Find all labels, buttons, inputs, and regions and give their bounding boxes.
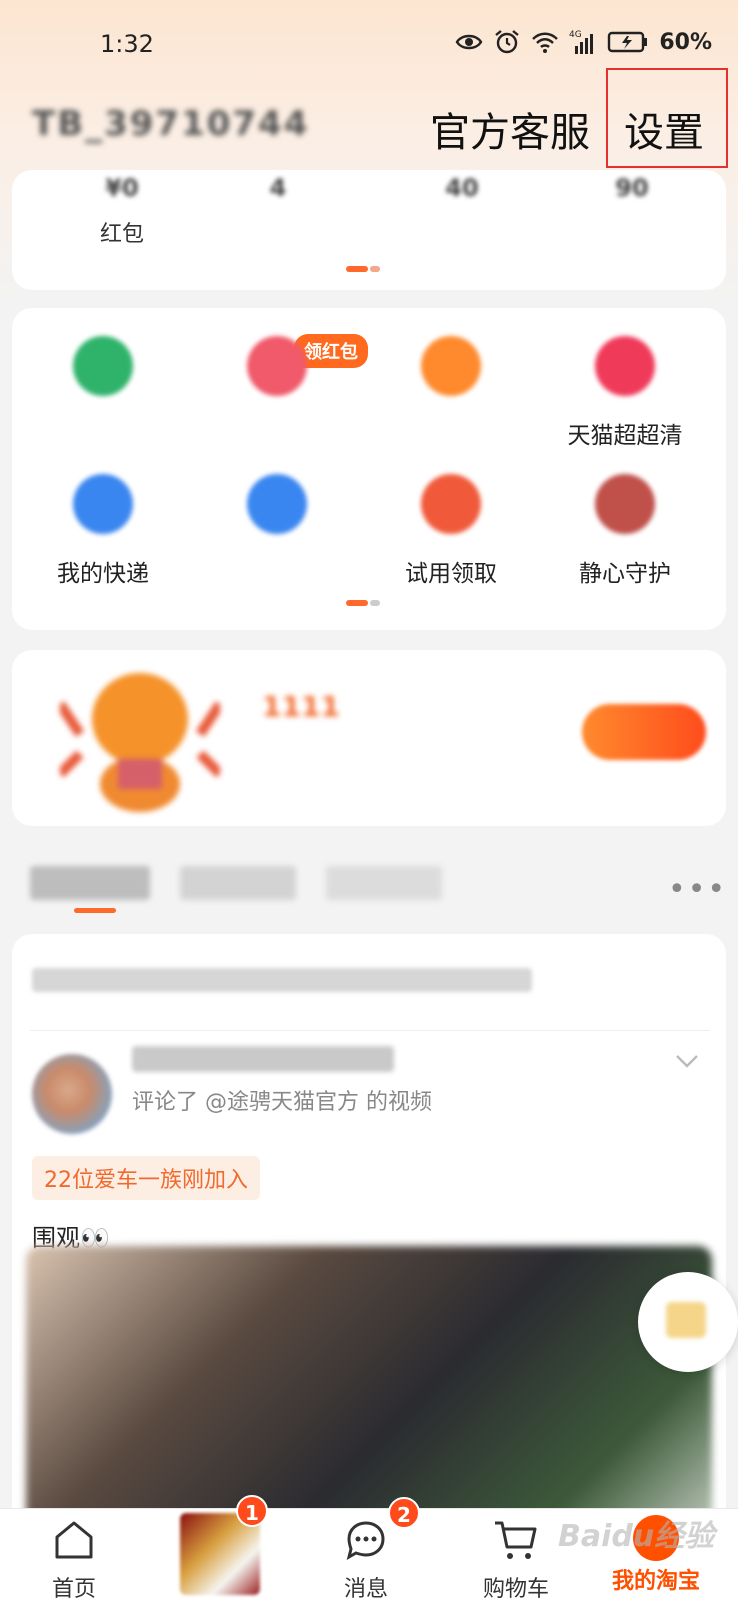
service-item-my-delivery[interactable]: 我的快递	[18, 446, 188, 587]
service-item[interactable]	[192, 308, 362, 448]
tab-active[interactable]	[30, 866, 150, 900]
service-item[interactable]	[18, 308, 188, 448]
stat-value: ¥0	[105, 174, 139, 202]
service-item[interactable]	[192, 446, 362, 586]
stat-item[interactable]: 40	[382, 174, 542, 216]
nav-label: 消息	[343, 1577, 388, 1600]
stat-label: 红包	[99, 222, 144, 247]
stats-card: ¥0 红包 4 40 90	[12, 170, 726, 290]
divider	[30, 1030, 710, 1031]
watermark: Baidu经验	[558, 1519, 715, 1554]
page-indicator	[370, 600, 380, 606]
nav-home[interactable]: 首页	[14, 1515, 134, 1600]
trial-icon	[421, 474, 481, 534]
meditation-icon	[595, 474, 655, 534]
promo-banner[interactable]: 1111	[12, 650, 726, 826]
svg-text:4G: 4G	[569, 30, 582, 40]
fan-badge: 22位爱车一族刚加入	[32, 1156, 260, 1200]
alarm-icon	[495, 30, 520, 54]
home-icon	[55, 1521, 93, 1559]
tab[interactable]	[180, 866, 296, 900]
tab-underline	[74, 908, 116, 913]
services-grid: 领红包 天猫超超清 我的快递 试用领取 静心守护	[12, 308, 726, 630]
floating-shop-button[interactable]	[638, 1272, 738, 1372]
cart-icon	[495, 1521, 537, 1559]
stat-item[interactable]: 90	[552, 174, 712, 216]
wifi-icon	[532, 32, 559, 53]
service-label: 天猫超超清	[567, 423, 683, 449]
4g-signal-icon: 4G	[569, 30, 594, 54]
service-label: 静心守护	[579, 561, 671, 587]
feed-meta: 评论了 @途骋天猫官方 的视频	[132, 1090, 432, 1115]
battery-icon	[608, 31, 648, 53]
tree-icon	[73, 336, 133, 396]
profile-header: TB_39710744 官方客服 设置	[0, 68, 738, 172]
mascot-image	[60, 673, 220, 812]
nav-badge: 2	[388, 1497, 420, 1529]
page-indicator-active	[346, 600, 368, 606]
feed-tabs: •••	[30, 866, 725, 916]
page-indicator-active	[346, 266, 368, 272]
service-item-tmall-clear[interactable]: 天猫超超清	[540, 308, 710, 449]
service-item-meditation[interactable]: 静心守护	[540, 446, 710, 587]
gift-icon	[247, 336, 307, 396]
service-item-trial[interactable]: 试用领取	[366, 446, 536, 587]
more-icon[interactable]: •••	[668, 872, 727, 907]
feed-card: 评论了 @途骋天猫官方 的视频 22位爱车一族刚加入 围观👀	[12, 934, 726, 1554]
stat-value: 90	[615, 174, 649, 202]
stat-value: 4	[269, 174, 287, 202]
service-label: 我的快递	[57, 561, 149, 587]
nav-label: 首页	[51, 1577, 96, 1600]
service-label: 试用领取	[405, 561, 497, 587]
stat-item-redpacket[interactable]: ¥0 红包	[42, 174, 202, 248]
battery-percent: 60%	[659, 29, 712, 55]
chevron-down-icon[interactable]	[672, 1046, 702, 1076]
official-service-button[interactable]: 官方客服	[430, 100, 590, 158]
shop-icon	[666, 1302, 706, 1338]
promo-action-button[interactable]	[582, 704, 706, 760]
eye-icon	[455, 34, 483, 50]
nav-label: 购物车	[482, 1577, 549, 1600]
stat-value: 40	[445, 174, 479, 202]
status-icons: 4G 60%	[455, 28, 712, 56]
nav-badge: 1	[236, 1495, 268, 1527]
feed-user-placeholder	[132, 1046, 394, 1072]
car-icon	[247, 474, 307, 534]
package-icon	[73, 474, 133, 534]
nav-label: 我的淘宝	[611, 1569, 700, 1594]
message-icon	[346, 1521, 385, 1561]
plus-icon	[421, 336, 481, 396]
bottom-nav: 首页 1 消息 2 购物车 我的淘宝 Baidu经验	[0, 1495, 738, 1600]
username[interactable]: TB_39710744	[32, 104, 309, 144]
feed-hint-placeholder	[32, 968, 532, 992]
status-time: 1:32	[100, 30, 154, 58]
settings-button[interactable]: 设置	[624, 100, 704, 158]
page-indicator	[370, 266, 380, 272]
hearts-icon	[595, 336, 655, 396]
stat-item[interactable]: 4	[198, 174, 358, 216]
service-item[interactable]	[366, 308, 536, 448]
avatar[interactable]	[32, 1054, 112, 1134]
tab[interactable]	[326, 866, 442, 900]
promo-title: 1111	[262, 690, 340, 723]
